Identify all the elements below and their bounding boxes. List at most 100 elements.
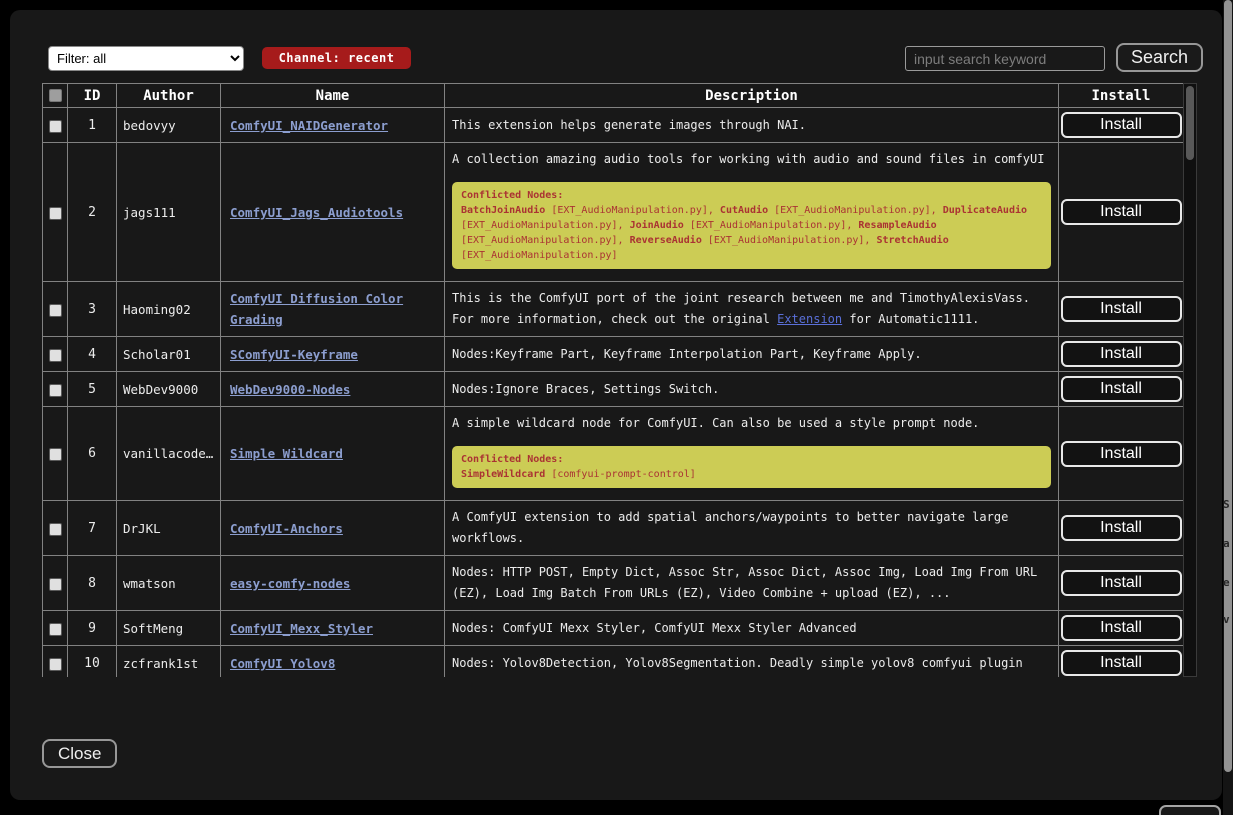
table-row: 7DrJKLComfyUI-AnchorsA ComfyUI extension… <box>43 501 1184 556</box>
header-id: ID <box>68 84 117 108</box>
row-id: 3 <box>68 282 117 337</box>
install-button[interactable]: Install <box>1061 650 1182 676</box>
extension-name-link[interactable]: SComfyUI-Keyframe <box>230 347 358 362</box>
install-button[interactable]: Install <box>1061 615 1182 641</box>
table-row: 4Scholar01 SComfyUI-Keyframe Nodes:Keyfram… <box>43 337 1184 372</box>
row-checkbox[interactable] <box>49 304 62 317</box>
clipped-menu-text-fragment: e <box>1223 576 1233 589</box>
row-description: This is the ComfyUI port of the joint re… <box>445 282 1059 337</box>
row-author: DrJKL <box>117 501 221 556</box>
row-install-cell: Install <box>1059 501 1184 556</box>
install-button[interactable]: Install <box>1061 441 1182 467</box>
row-author: WebDev9000 <box>117 372 221 407</box>
close-button[interactable]: Close <box>42 739 117 768</box>
row-install-cell: Install <box>1059 337 1184 372</box>
page-scrollbar[interactable]: Sa e v <box>1223 0 1233 815</box>
conflicted-node-source: [EXT_AudioManipulation.py] <box>461 235 618 246</box>
extension-name-link[interactable]: ComfyUI Yolov8 <box>230 656 335 671</box>
install-button[interactable]: Install <box>1061 570 1182 596</box>
table-scrollbar-thumb[interactable] <box>1186 86 1194 160</box>
row-id: 4 <box>68 337 117 372</box>
row-name-cell: ComfyUI_Jags_Audiotools <box>221 143 445 282</box>
conflicted-nodes-title: Conflicted Nodes: <box>461 188 1042 203</box>
row-checkbox-cell <box>43 337 68 372</box>
row-checkbox[interactable] <box>49 349 62 362</box>
conflicted-nodes-list: SimpleWildcard [comfyui-prompt-control] <box>461 467 1042 482</box>
row-checkbox[interactable] <box>49 384 62 397</box>
row-name-cell: Simple Wildcard <box>221 407 445 501</box>
row-author: Scholar01 <box>117 337 221 372</box>
filter-dropdown[interactable]: Filter: all <box>48 46 244 71</box>
row-checkbox[interactable] <box>49 448 62 461</box>
row-checkbox[interactable] <box>49 523 62 536</box>
row-install-cell: Install <box>1059 108 1184 143</box>
extension-name-link[interactable]: Simple Wildcard <box>230 446 343 461</box>
table-row: 8wmatsoneasy-comfy-nodesNodes: HTTP POST… <box>43 556 1184 611</box>
row-id: 9 <box>68 611 117 646</box>
row-checkbox[interactable] <box>49 120 62 133</box>
install-button[interactable]: Install <box>1061 376 1182 402</box>
conflicted-node-source: [EXT_AudioManipulation.py] <box>461 220 618 231</box>
row-checkbox[interactable] <box>49 658 62 671</box>
install-button[interactable]: Install <box>1061 341 1182 367</box>
table-scrollbar[interactable] <box>1183 83 1197 677</box>
header-install: Install <box>1059 84 1184 108</box>
row-description: This extension helps generate images thr… <box>445 108 1059 143</box>
row-author: vanillacode314 <box>117 407 221 501</box>
row-checkbox-cell <box>43 372 68 407</box>
row-author: SoftMeng <box>117 611 221 646</box>
row-description: A ComfyUI extension to add spatial ancho… <box>445 501 1059 556</box>
row-checkbox[interactable] <box>49 623 62 636</box>
row-install-cell: Install <box>1059 556 1184 611</box>
row-author: jags111 <box>117 143 221 282</box>
clipped-menu-text-fragment: a <box>1223 537 1233 550</box>
install-button[interactable]: Install <box>1061 112 1182 138</box>
row-install-cell: Install <box>1059 372 1184 407</box>
header-author: Author <box>117 84 221 108</box>
row-author: zcfrank1st <box>117 646 221 678</box>
select-all-checkbox[interactable] <box>49 89 62 102</box>
table-row: 2jags111ComfyUI_Jags_AudiotoolsA collect… <box>43 143 1184 282</box>
install-button[interactable]: Install <box>1061 199 1182 225</box>
extension-name-link[interactable]: ComfyUI_Jags_Audiotools <box>230 205 403 220</box>
row-install-cell: Install <box>1059 143 1184 282</box>
install-button[interactable]: Install <box>1061 515 1182 541</box>
extension-name-link[interactable]: ComfyUI_NAIDGenerator <box>230 118 388 133</box>
extension-name-link[interactable]: WebDev9000-Nodes <box>230 382 350 397</box>
clipped-menu-text-fragment: S <box>1223 498 1233 511</box>
header-checkbox-cell <box>43 84 68 108</box>
row-description: Nodes: ComfyUI Mexx Styler, ComfyUI Mexx… <box>445 611 1059 646</box>
row-id: 6 <box>68 407 117 501</box>
channel-badge: Channel: recent <box>262 47 411 69</box>
row-name-cell: ComfyUI Diffusion Color Grading <box>221 282 445 337</box>
row-description: Nodes:Ignore Braces, Settings Switch. <box>445 372 1059 407</box>
row-author: Haoming02 <box>117 282 221 337</box>
extension-name-link[interactable]: ComfyUI Diffusion Color Grading <box>230 291 403 327</box>
install-button[interactable]: Install <box>1061 296 1182 322</box>
row-id: 5 <box>68 372 117 407</box>
search-button[interactable]: Search <box>1116 43 1203 72</box>
row-checkbox[interactable] <box>49 207 62 220</box>
description-link[interactable]: Extension <box>777 312 842 326</box>
row-name-cell: easy-comfy-nodes <box>221 556 445 611</box>
row-name-cell: ComfyUI Yolov8 <box>221 646 445 678</box>
row-id: 2 <box>68 143 117 282</box>
row-name-cell: SComfyUI-Keyframe <box>221 337 445 372</box>
table-row: 6vanillacode314Simple WildcardA simple w… <box>43 407 1184 501</box>
row-author: bedovyy <box>117 108 221 143</box>
row-checkbox[interactable] <box>49 578 62 591</box>
header-description: Description <box>445 84 1059 108</box>
conflicted-node-source: [EXT_AudioManipulation.py] <box>461 250 618 261</box>
extension-name-link[interactable]: ComfyUI-Anchors <box>230 521 343 536</box>
row-install-cell: Install <box>1059 646 1184 678</box>
page-scrollbar-thumb[interactable] <box>1224 0 1232 772</box>
table-row: 1bedovyyComfyUI_NAIDGeneratorThis extens… <box>43 108 1184 143</box>
row-description: Nodes:Keyframe Part, Keyframe Interpolat… <box>445 337 1059 372</box>
table-row: 5WebDev9000 WebDev9000-Nodes Nodes:Ignore … <box>43 372 1184 407</box>
clipped-menu-text-fragment: v <box>1223 613 1233 626</box>
search-input[interactable] <box>905 46 1105 71</box>
row-checkbox-cell <box>43 646 68 678</box>
extension-name-link[interactable]: ComfyUI_Mexx_Styler <box>230 621 373 636</box>
extension-name-link[interactable]: easy-comfy-nodes <box>230 576 350 591</box>
row-checkbox-cell <box>43 143 68 282</box>
